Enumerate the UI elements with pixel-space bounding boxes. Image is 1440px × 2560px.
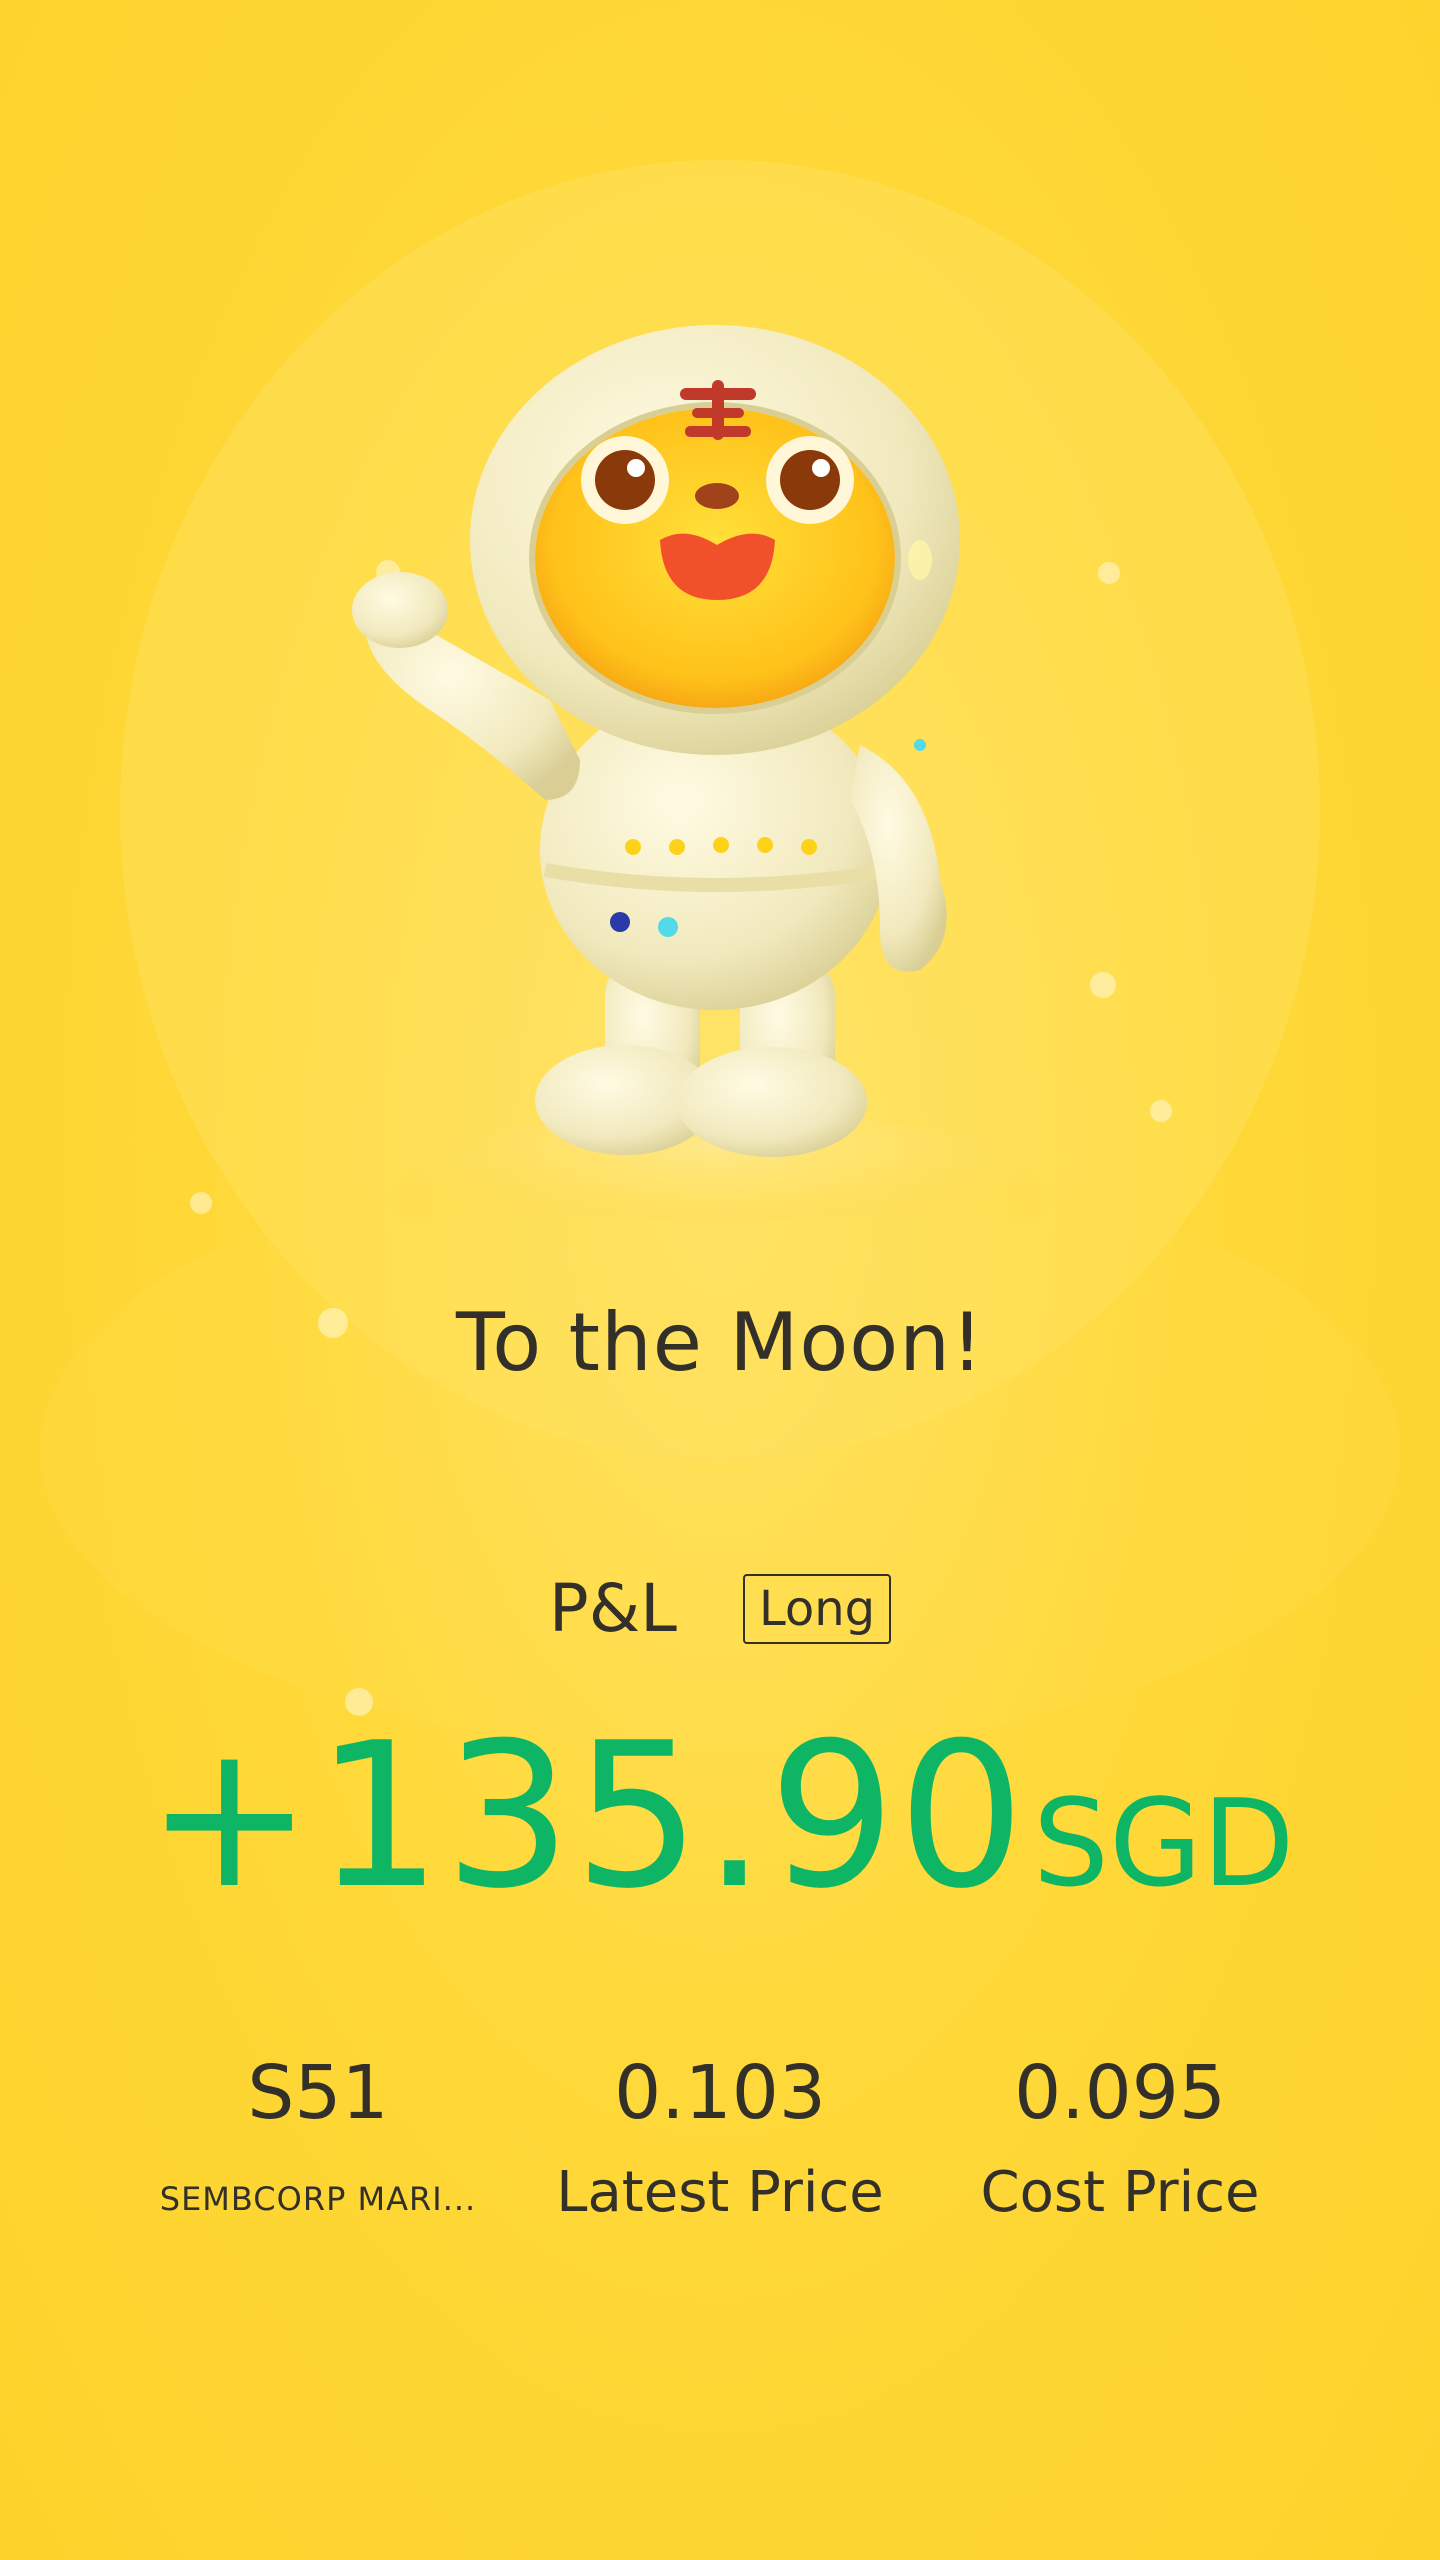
- stock-symbol: S51: [247, 2050, 389, 2136]
- pnl-label: P&L: [548, 1570, 677, 1647]
- stats-row: S51 SEMBCORP MARI... 0.103 Latest Price …: [0, 2045, 1440, 2265]
- tiger-astronaut-illustration: [320, 240, 1120, 1220]
- sparkle: [190, 1192, 212, 1214]
- headline: To the Moon!: [455, 1296, 985, 1389]
- position-badge: Long: [742, 1573, 892, 1644]
- stat-latest-price: 0.103 Latest Price: [510, 2045, 930, 2231]
- stock-name: SEMBCORP MARI...: [159, 2180, 477, 2218]
- cost-price-value: 0.095: [1014, 2050, 1226, 2136]
- pnl-value: +135.90SGD: [0, 1700, 1440, 1933]
- stat-symbol: S51 SEMBCORP MARI...: [108, 2045, 528, 2237]
- pnl-header: P&L Long: [0, 1570, 1440, 1647]
- sparkle: [1150, 1100, 1172, 1122]
- share-card: To the Moon! P&L Long +135.90SGD S51 SEM…: [0, 0, 1440, 2560]
- pnl-amount: +135.90: [145, 1700, 1027, 1933]
- background-blob: [40, 1150, 1400, 1750]
- cost-price-label: Cost Price: [980, 2160, 1260, 2225]
- pnl-currency: SGD: [1032, 1775, 1295, 1914]
- latest-price-label: Latest Price: [556, 2160, 884, 2225]
- stat-cost-price: 0.095 Cost Price: [910, 2045, 1330, 2231]
- latest-price-value: 0.103: [614, 2050, 826, 2136]
